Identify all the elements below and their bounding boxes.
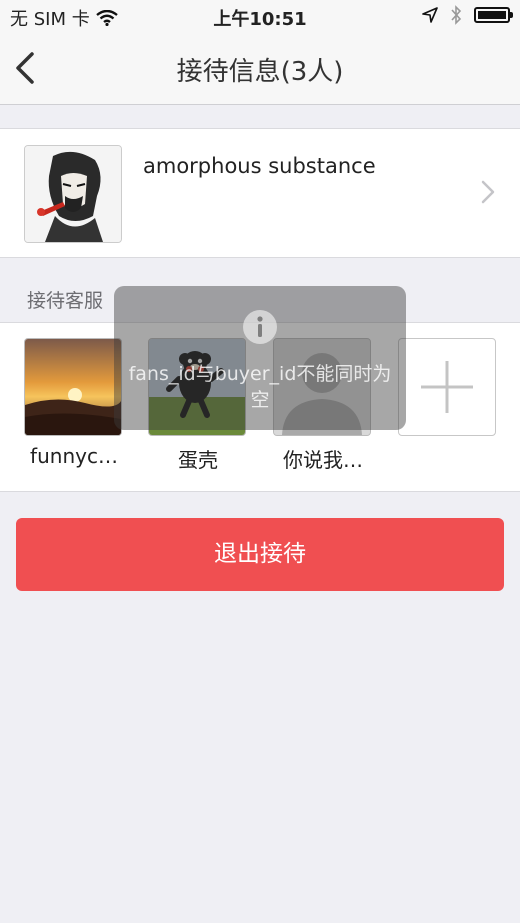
battery-icon	[474, 7, 513, 23]
exit-reception-button[interactable]: 退出接待	[16, 518, 504, 591]
nav-bar: 接待信息(3人)	[0, 34, 520, 105]
staff-section-label: 接待客服	[27, 290, 104, 312]
sunset-photo-icon	[25, 339, 121, 435]
staff-avatar-sunset	[24, 338, 122, 436]
user-avatar-image	[25, 146, 121, 242]
staff-item[interactable]: funnyc…	[24, 338, 124, 468]
user-name: amorphous substance	[143, 154, 376, 178]
plus-icon	[421, 361, 473, 413]
user-card[interactable]: amorphous substance	[0, 128, 520, 258]
staff-name: 你说我…	[283, 448, 363, 472]
toast-text: fans_id与buyer_id不能同时为空	[128, 363, 392, 411]
info-icon	[243, 310, 277, 344]
page-title: 接待信息(3人)	[176, 57, 344, 87]
staff-name: funnyc…	[30, 444, 118, 468]
status-right	[422, 5, 513, 25]
toast-message: fans_id与buyer_id不能同时为空	[114, 286, 406, 430]
bluetooth-icon	[451, 5, 462, 25]
location-arrow-icon	[422, 7, 438, 23]
status-bar: 无 SIM 卡 上午10:51	[0, 0, 520, 34]
add-staff-button[interactable]	[398, 338, 496, 436]
user-avatar	[24, 145, 122, 243]
chevron-right-icon	[481, 180, 495, 204]
staff-name: 蛋壳	[178, 448, 218, 472]
